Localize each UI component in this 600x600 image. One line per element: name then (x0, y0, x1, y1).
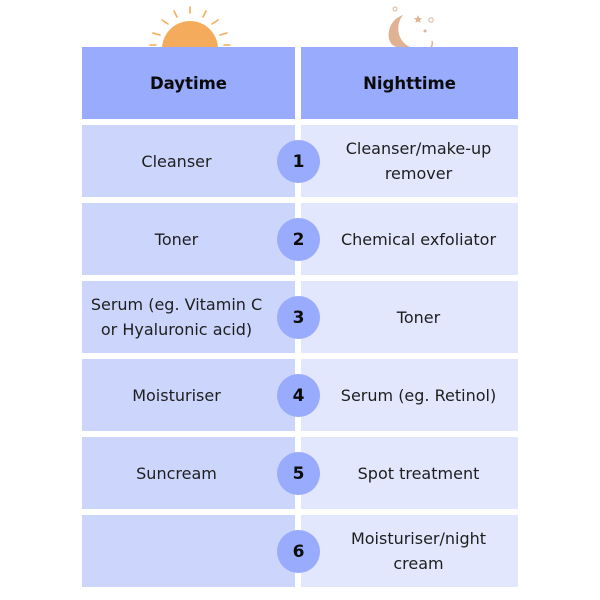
nighttime-step-text: Serum (eg. Retinol) (340, 385, 497, 405)
daytime-step-cell (82, 515, 295, 587)
nighttime-step-text: Cleanser/make-up remover (345, 139, 492, 183)
header-daytime-label: Daytime (149, 73, 227, 93)
step-number: 2 (292, 229, 305, 250)
nighttime-step-text: Moisturiser/night cream (350, 529, 487, 573)
step-number-badge: 2 (277, 218, 320, 261)
nighttime-step-text: Chemical exfoliator (340, 229, 497, 249)
header-daytime: Daytime (82, 47, 295, 119)
step-number-badge: 4 (277, 374, 320, 417)
step-number: 5 (292, 463, 305, 484)
daytime-step-text: Cleanser (141, 151, 212, 171)
sun-icon (149, 6, 231, 49)
daytime-step-text: Toner (154, 229, 199, 249)
step-number: 6 (292, 541, 305, 562)
nighttime-step-cell: Chemical exfoliator (301, 203, 518, 275)
step-number-badge: 3 (277, 296, 320, 339)
daytime-step-text: Suncream (136, 463, 217, 483)
step-number: 1 (292, 151, 305, 172)
step-number-badge: 5 (277, 452, 320, 495)
step-number-badge: 1 (277, 140, 320, 183)
daytime-step-cell: Serum (eg. Vitamin C or Hyaluronic acid) (82, 281, 295, 353)
daytime-step-text: Moisturiser (132, 385, 221, 405)
nighttime-step-cell: Cleanser/make-up remover (301, 125, 518, 197)
nighttime-step-cell: Moisturiser/night cream (301, 515, 518, 587)
header-nighttime: Nighttime (301, 47, 518, 119)
header-nighttime-label: Nighttime (363, 73, 456, 93)
moon-and-stars-icon (388, 6, 434, 47)
daytime-step-cell: Toner (82, 203, 295, 275)
step-number-badge: 6 (277, 530, 320, 573)
daytime-step-cell: Moisturiser (82, 359, 295, 431)
daytime-step-text: Serum (eg. Vitamin C or Hyaluronic acid) (90, 295, 263, 339)
daytime-step-cell: Cleanser (82, 125, 295, 197)
nighttime-step-text: Spot treatment (357, 463, 480, 483)
nighttime-step-text: Toner (396, 307, 441, 327)
step-number: 4 (292, 385, 305, 406)
nighttime-step-cell: Toner (301, 281, 518, 353)
step-number: 3 (292, 307, 305, 328)
nighttime-step-cell: Spot treatment (301, 437, 518, 509)
nighttime-step-cell: Serum (eg. Retinol) (301, 359, 518, 431)
daytime-step-cell: Suncream (82, 437, 295, 509)
